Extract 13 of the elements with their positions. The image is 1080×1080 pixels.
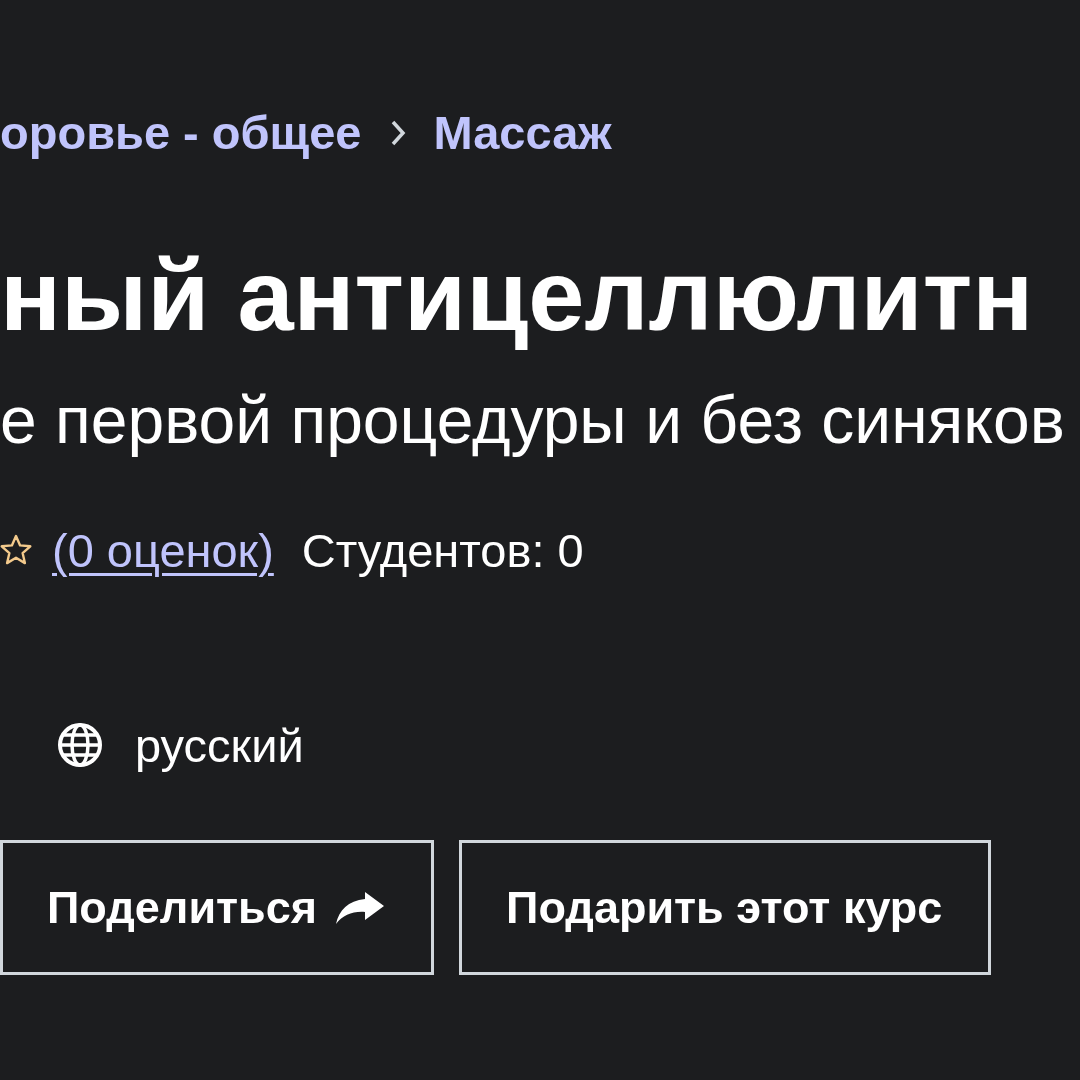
share-arrow-icon xyxy=(335,890,386,925)
course-subtitle: е первой процедуры и без синяков xyxy=(0,382,1065,459)
breadcrumb-link[interactable]: оровье - общее xyxy=(0,105,362,161)
chevron-icon xyxy=(389,120,406,146)
students-count: Студентов: 0 xyxy=(301,522,584,578)
share-button[interactable]: Поделиться xyxy=(0,840,435,975)
breadcrumb-link[interactable]: Массаж xyxy=(433,105,612,161)
gift-course-button[interactable]: Подарить этот курс xyxy=(459,840,992,975)
globe-icon xyxy=(57,722,103,768)
ratings-link[interactable]: (0 оценок) xyxy=(52,522,274,578)
star-outline-icon xyxy=(0,534,32,566)
course-language: русский xyxy=(135,717,304,773)
course-title: ный антицеллюлитн xyxy=(0,240,1034,350)
